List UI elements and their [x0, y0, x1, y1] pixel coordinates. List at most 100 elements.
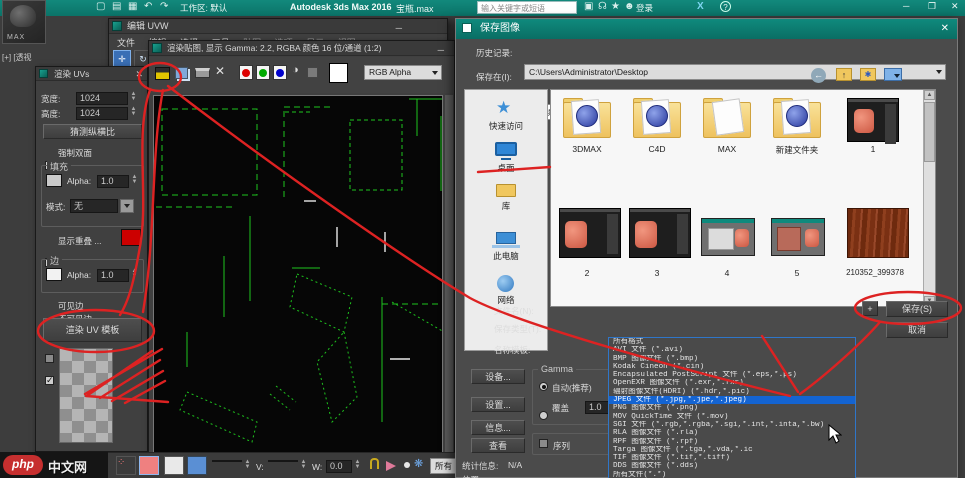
monochrome-icon[interactable]	[307, 67, 318, 78]
save-image-icon[interactable]	[155, 67, 170, 80]
soft-selection-icon[interactable]: ⁘	[116, 456, 136, 475]
fill-color-swatch[interactable]	[46, 174, 62, 187]
fill-alpha-spinner[interactable]: ▲▼	[131, 175, 138, 185]
save-dialog-close-button[interactable]: ✕	[941, 19, 949, 39]
mode-dropdown-arrow[interactable]	[120, 199, 134, 213]
blue-mode-icon[interactable]	[187, 456, 207, 475]
format-option[interactable]: RPF 图像文件 (*.rpf)	[609, 438, 855, 446]
paint-select-icon[interactable]	[139, 456, 159, 475]
search-input[interactable]: 输入关键字或短语	[477, 1, 577, 14]
brush-icon[interactable]	[386, 461, 396, 471]
format-option[interactable]: Kodak Cineon (*.cin)	[609, 363, 855, 371]
file-list-scrollbar[interactable]: ▲ ▼	[923, 90, 935, 306]
render-map-minimize-button[interactable]: ─	[438, 43, 444, 58]
menu-file[interactable]: 文件	[117, 38, 135, 48]
info-button[interactable]: 信息...	[471, 420, 525, 435]
render-map-title-bar[interactable]: 渲染贴图, 显示 Gamma: 2.2, RGBA 颜色 16 位/通道 (1:…	[149, 41, 454, 56]
edit-uvw-title-bar[interactable]: 编辑 UVW ─	[109, 19, 447, 34]
add-filename-button[interactable]: +	[862, 301, 878, 316]
format-option[interactable]: DDS 图像文件 (*.dds)	[609, 462, 855, 470]
cancel-button[interactable]: 取消	[886, 322, 948, 338]
seam-edges-checkbox[interactable]	[45, 376, 54, 385]
format-option[interactable]: TIF 图像文件 (*.tif,*.tiff)	[609, 454, 855, 462]
fill-alpha-field[interactable]: 1.0	[97, 175, 129, 188]
clear-color-swatch[interactable]	[329, 63, 348, 83]
new-file-icon[interactable]: ▢	[96, 1, 105, 12]
redo-icon[interactable]: ↷	[160, 1, 168, 12]
format-option[interactable]: RLA 图像文件 (*.rla)	[609, 429, 855, 437]
render-template-button[interactable]: 渲染 UV 模板	[43, 318, 142, 342]
window-restore-button[interactable]: ❐	[928, 1, 936, 12]
place-this-pc[interactable]: 此电脑	[465, 250, 547, 262]
window-close-button[interactable]: ✕	[951, 1, 959, 12]
width-spinner[interactable]: ▲▼	[130, 92, 137, 102]
file-thumb-wood[interactable]	[847, 208, 909, 258]
user-icon[interactable]: ☻	[624, 1, 635, 12]
u-field[interactable]	[212, 460, 242, 462]
v-field[interactable]	[268, 460, 298, 462]
device-button[interactable]: 设备...	[471, 369, 525, 384]
clone-icon[interactable]	[175, 67, 188, 79]
community-icon[interactable]: ☊	[598, 1, 607, 12]
format-option[interactable]: 辐射图像文件(HDRI) (*.hdr,*.pic)	[609, 388, 855, 396]
window-minimize-button[interactable]: ─	[903, 1, 909, 11]
open-file-icon[interactable]: ▤	[112, 1, 121, 12]
snowflake-icon[interactable]: ❋	[414, 457, 423, 470]
view-button[interactable]: 查看	[471, 438, 525, 453]
history-dropdown[interactable]: C:\Users\Administrator\Desktop	[524, 64, 946, 80]
edge-color-swatch[interactable]	[46, 268, 62, 281]
w-field[interactable]: 0.0	[326, 460, 352, 473]
render-uvs-title-bar[interactable]: 渲染 UVs ✕	[36, 67, 147, 81]
back-icon[interactable]: ←	[811, 68, 826, 83]
format-option[interactable]: Targa 图像文件 (*.tga,*.vda,*.ic	[609, 446, 855, 454]
red-channel-button[interactable]	[239, 65, 253, 80]
format-option[interactable]: 所有文件(*.*)	[609, 471, 855, 478]
height-spinner[interactable]: ▲▼	[130, 107, 137, 117]
search-options-icon[interactable]: ▣	[584, 1, 593, 12]
canvas-scrollbar[interactable]	[445, 95, 453, 453]
overlap-color-swatch[interactable]	[121, 229, 141, 246]
format-option[interactable]: AVI 文件 (*.avi)	[609, 346, 855, 354]
format-option[interactable]: MOV QuickTime 文件 (*.mov)	[609, 413, 855, 421]
help-icon[interactable]: ?	[720, 1, 731, 12]
blue-channel-button[interactable]	[273, 65, 287, 80]
folder-3dmax[interactable]	[563, 102, 611, 138]
new-folder-icon[interactable]: ✱	[860, 68, 876, 81]
save-file-icon[interactable]: ▦	[128, 1, 137, 12]
place-libraries[interactable]: 库	[465, 200, 547, 212]
save-button[interactable]: 保存(S)	[886, 301, 948, 317]
viewport-label[interactable]: [+] [透视	[2, 52, 36, 63]
a360-icon[interactable]: X	[697, 1, 704, 12]
channel-display-dropdown[interactable]: RGB Alpha	[364, 65, 442, 80]
format-option[interactable]: Encapsulated PostScript 文件 (*.eps,*.ps)	[609, 371, 855, 379]
setup-button[interactable]: 设置...	[471, 397, 525, 412]
folder-max[interactable]	[703, 102, 751, 138]
up-one-level-icon[interactable]: ↑	[836, 68, 852, 81]
place-desktop[interactable]: 桌面	[465, 162, 547, 174]
file-thumb-4[interactable]	[701, 218, 755, 256]
dot-icon[interactable]	[404, 462, 410, 468]
format-option[interactable]: PNG 图像文件 (*.png)	[609, 404, 855, 412]
edge-alpha-spinner[interactable]: ▲▼	[131, 269, 138, 279]
lock-icon[interactable]	[370, 458, 379, 469]
format-option-selected[interactable]: JPEG 文件 (*.jpg,*.jpe,*.jpeg)	[609, 396, 855, 404]
u-spinner[interactable]: ▲▼	[244, 460, 251, 470]
file-thumb-3[interactable]	[629, 208, 691, 258]
height-field[interactable]: 1024	[76, 107, 128, 120]
signin-button[interactable]: 登录	[636, 2, 653, 14]
mode-dropdown[interactable]: 无	[70, 199, 118, 213]
view-menu-icon[interactable]	[884, 68, 902, 81]
file-thumb-5[interactable]	[771, 218, 825, 256]
delete-icon[interactable]: ✕	[215, 64, 225, 78]
print-icon[interactable]	[195, 68, 210, 78]
w-spinner[interactable]: ▲▼	[354, 460, 361, 470]
guess-aspect-button[interactable]: 猜测纵横比	[43, 124, 142, 139]
undo-icon[interactable]: ↶	[144, 1, 152, 12]
format-option[interactable]: SGI 文件 (*.rgb,*.rgba,*.sgi,*.int,*.inta,…	[609, 421, 855, 429]
green-channel-button[interactable]	[256, 65, 270, 80]
invisible-edges-checkbox[interactable]	[45, 354, 54, 363]
edit-uvw-minimize-button[interactable]: ─	[396, 21, 402, 36]
format-option[interactable]: 所有格式	[609, 338, 855, 346]
favorites-star-icon[interactable]: ★	[611, 1, 620, 12]
file-thumb-1[interactable]	[847, 98, 899, 142]
